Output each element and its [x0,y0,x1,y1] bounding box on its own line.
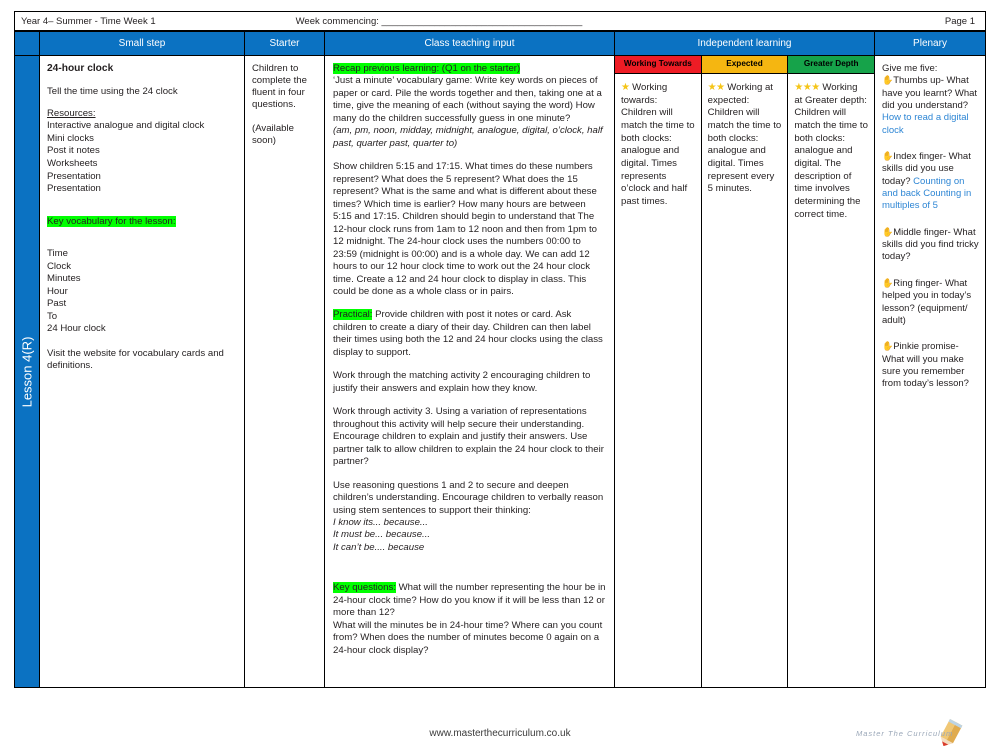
practical-label: Practical: [333,309,373,321]
plenary-link[interactable]: How to read a digital clock [882,112,969,135]
week-commencing-field[interactable]: Week commencing: _______________________… [296,16,583,27]
vocabulary-note: Visit the website for vocabulary cards a… [47,347,224,371]
hand-icon: ✋ [882,341,894,352]
star-rating-1: ★ [621,82,630,93]
key-questions-label: Key questions: [333,582,396,594]
plenary-item-middle-finger: ✋Middle finger- What skills did you find… [882,227,979,264]
document-meta-row: Year 4– Summer - Time Week 1 Week commen… [14,11,986,31]
plenary-item-label: Index finger- [893,151,947,163]
recap-heading: Recap previous learning: (Q1 on the star… [333,63,606,75]
year-term-label: Year 4– Summer - Time Week 1 [21,15,156,27]
header-cell-plenary: Plenary [875,32,985,55]
practical-paragraph: Practical: Provide children with post it… [333,309,606,359]
list-item: Worksheets [47,157,98,169]
starter-text: Children to complete the fluent in four … [252,63,307,111]
cell-starter: Children to complete the fluent in four … [245,56,325,687]
stem-sentence: It must be... because... [333,529,431,541]
plenary-item-thumbs-up: ✋Thumbs up- What have you learnt? What d… [882,75,979,137]
key-questions-body-2: What will the minutes be in 24-hour time… [333,619,603,656]
band-expected: Expected [701,56,788,74]
independent-body-working-towards: ★ Working towards: Children will match t… [615,74,701,209]
header-cell-spine [15,32,40,55]
list-item: Minutes [47,273,81,285]
star-rating-3: ★★★ [794,82,820,93]
lesson-spine-label: Lesson 4(R) [19,336,35,407]
independent-text: Children will match the time to both clo… [707,107,782,195]
stem-sentence: I know its... because... [333,517,428,528]
star-rating-2: ★★ [707,82,725,93]
recap-vocabulary-words: (am, pm, noon, midday, midnight, analogu… [333,125,603,149]
list-item: Mini clocks [47,132,94,144]
resources-list: Interactive analogue and digital clock M… [47,120,237,196]
small-step-objective: Tell the time using the 24 clock [47,85,178,97]
cell-independent-learning: Working Towards ★ Working towards: Child… [615,56,875,687]
cell-plenary: Give me five: ✋Thumbs up- What have you … [875,56,985,687]
header-cell-small-step: Small step [40,32,245,55]
starter-availability: (Available soon) [252,123,294,147]
hand-icon: ✋ [882,75,894,86]
plenary-item-ring-finger: ✋Ring finger- What helped you in today’s… [882,278,979,327]
plenary-item-label: Ring finger- [893,277,943,289]
cell-class-teaching-input: Recap previous learning: (Q1 on the star… [325,56,615,687]
page-number: Page 1 [944,15,975,27]
band-working-towards: Working Towards [615,56,701,74]
teaching-main-paragraph: Show children 5:15 and 17:15. What times… [333,161,597,297]
plenary-intro: Give me five: [882,63,938,74]
footer-website-url[interactable]: www.masterthecurriculum.co.uk [0,728,1000,739]
reasoning-paragraph: Use reasoning questions 1 and 2 to secur… [333,479,604,516]
independent-column-working-towards: Working Towards ★ Working towards: Child… [615,56,702,687]
lesson-plan-table: Small step Starter Class teaching input … [14,31,986,688]
header-cell-independent-learning: Independent learning [615,32,875,55]
independent-body-expected: ★★ Working at expected: Children will ma… [702,74,788,196]
activity-3-paragraph: Work through activity 3. Using a variati… [333,406,604,468]
cell-small-step: 24-hour clock Tell the time using the 24… [40,56,245,687]
table-header-row: Small step Starter Class teaching input … [15,32,985,56]
independent-text: Children will match the time to both clo… [794,107,868,220]
hand-icon: ✋ [882,226,894,237]
plenary-item-label: Pinkie promise- [893,341,959,353]
key-vocabulary-heading-text: Key vocabulary for the lesson: [47,215,176,227]
lesson-spine: Lesson 4(R) [15,56,40,687]
list-item: 24 Hour clock [47,323,106,335]
activity-2-paragraph: Work through the matching activity 2 enc… [333,370,591,394]
independent-column-greater-depth: Greater Depth ★★★ Working at Greater dep… [788,56,875,687]
plenary-item-pinkie-promise: ✋Pinkie promise- What will you make sure… [882,341,979,390]
list-item: To [47,310,58,322]
recap-heading-text: Recap previous learning: (Q1 on the star… [333,63,521,74]
header-cell-starter: Starter [245,32,325,55]
table-body-row: Lesson 4(R) 24-hour clock Tell the time … [15,56,985,687]
recap-body: ‘Just a minute’ vocabulary game: Write k… [333,75,602,124]
header-cell-class-teaching-input: Class teaching input [325,32,615,55]
list-item: Presentation [47,183,101,195]
independent-body-greater-depth: ★★★ Working at Greater depth: Children w… [788,74,874,221]
list-item: Time [47,248,68,260]
stem-sentence: It can’t be.... because [333,541,425,553]
list-item: Presentation [47,170,101,182]
plenary-item-index-finger: ✋Index finger- What skills did you use t… [882,151,979,213]
hand-icon: ✋ [882,151,894,162]
list-item: Post it notes [47,145,100,157]
brand-logo: Master The Curriculum [854,718,994,747]
list-item: Past [47,298,67,310]
plenary-item-label: Thumbs up- [893,75,944,87]
key-vocabulary-heading: Key vocabulary for the lesson: [47,215,237,228]
key-questions-paragraph: Key questions: What will the number repr… [333,582,606,619]
vocabulary-list: Time Clock Minutes Hour Past To 24 Hour … [47,248,237,335]
hand-icon: ✋ [882,277,894,288]
logo-wordmark: Master The Curriculum [856,729,954,738]
resources-label: Resources: [47,107,96,119]
small-step-title: 24-hour clock [47,63,114,74]
list-item: Hour [47,285,68,297]
list-item: Interactive analogue and digital clock [47,120,205,131]
practical-body: Provide children with post it notes or c… [333,309,603,358]
lesson-plan-page: Year 4– Summer - Time Week 1 Week commen… [0,0,1000,750]
plenary-item-label: Middle finger- [893,226,951,238]
band-greater-depth: Greater Depth [788,56,875,74]
independent-text: Children will match the time to both clo… [621,107,695,207]
independent-column-expected: Expected ★★ Working at expected: Childre… [701,56,789,687]
plenary-item-question: What will you make sure you remember fro… [882,353,969,390]
list-item: Clock [47,260,71,272]
